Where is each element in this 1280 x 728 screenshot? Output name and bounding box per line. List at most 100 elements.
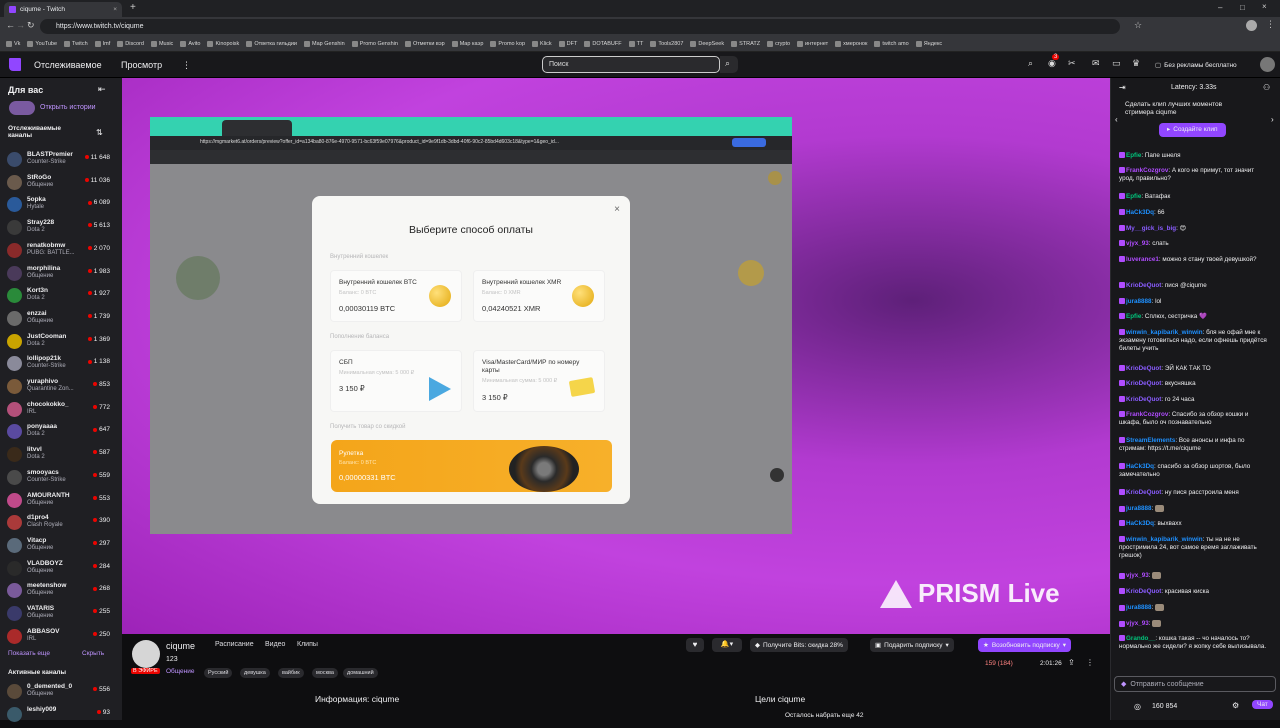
new-tab-button[interactable]: +	[130, 2, 136, 13]
sidebar-channel[interactable]: ABBASOV IRL 250	[0, 627, 118, 650]
xmr-wallet-option[interactable]: Внутренний кошелек XMR Баланс: 0 XMR 0,0…	[473, 270, 605, 322]
browser-menu-icon[interactable]: ⋮	[1266, 19, 1275, 30]
bookmark-star-icon[interactable]: ☆	[1134, 20, 1142, 31]
chat-users-icon[interactable]: ⚇	[1263, 83, 1270, 92]
maximize-icon[interactable]: □	[1240, 3, 1245, 12]
tag-3[interactable]: москва	[312, 668, 338, 678]
nav-following[interactable]: Отслеживаемое	[34, 60, 102, 70]
chat-username[interactable]: winwin_kapibarik_winwin	[1126, 536, 1203, 543]
sidebar-channel[interactable]: JustCooman Dota 2 1 369	[0, 332, 118, 355]
streamer-avatar[interactable]	[132, 640, 160, 668]
next-icon[interactable]: ›	[1271, 115, 1274, 124]
channel-points-icon[interactable]: ◎	[1134, 702, 1141, 711]
chat-username[interactable]: jura8888	[1126, 298, 1152, 305]
inbox-icon[interactable]: ✉	[1092, 58, 1100, 69]
sidebar-channel[interactable]: d1pro4 Clash Royale 390	[0, 513, 118, 536]
chat-username[interactable]: Grando__	[1126, 635, 1155, 642]
bookmark-item[interactable]: хмеронок	[835, 40, 867, 47]
profile-avatar[interactable]	[1246, 20, 1257, 31]
sidebar-channel[interactable]: lollipop21k Counter-Strike 1 138	[0, 354, 118, 377]
sidebar-channel[interactable]: enzzai Общение 1 739	[0, 309, 118, 332]
sidebar-channel[interactable]: yuraphivo Quarantine Zon... 853	[0, 377, 118, 400]
sidebar-channel[interactable]: leshiy009 93	[0, 705, 118, 728]
search-button[interactable]: ⌕	[720, 56, 738, 73]
sidebar-channel[interactable]: Stray228 Dota 2 5 613	[0, 218, 118, 241]
reload-icon[interactable]: ↻	[27, 20, 35, 31]
chat-username[interactable]: HaCk3Dq	[1126, 520, 1154, 527]
twitch-logo-icon[interactable]	[9, 58, 21, 71]
bookmark-item[interactable]: Promo Genshin	[351, 40, 398, 47]
search-input[interactable]: Поиск	[542, 56, 720, 73]
bookmark-item[interactable]: Vk	[6, 40, 20, 47]
sidebar-channel[interactable]: 5opka Hytale 6 089	[0, 195, 118, 218]
resub-button[interactable]: ★ Возобновить подписку ▾	[978, 638, 1072, 652]
roulette-option[interactable]: Рулетка Баланс: 0 BTC 0,00000331 BTC	[331, 440, 612, 492]
chat-username[interactable]: KrioDeQuot	[1126, 282, 1161, 289]
card-option[interactable]: Visa/MasterCard/МИР по номеру карты Мини…	[473, 350, 605, 412]
sidebar-channel[interactable]: Kort3n Dota 2 1 927	[0, 286, 118, 309]
chat-username[interactable]: HaCk3Dq	[1126, 463, 1154, 470]
gift-sub-button[interactable]: ▣ Подарить подписку ▾	[870, 638, 954, 652]
stories-avatars[interactable]	[9, 101, 35, 115]
url-field[interactable]: https://www.twitch.tv/ciqume	[40, 19, 1120, 34]
collapse-chat-icon[interactable]: ⇥	[1119, 83, 1126, 92]
chat-username[interactable]: vjyx_93	[1126, 620, 1149, 627]
bookmark-item[interactable]: Ответка гильдии	[246, 40, 297, 47]
bookmark-item[interactable]: Avito	[180, 40, 200, 47]
tab-schedule[interactable]: Расписание	[215, 641, 254, 648]
sidebar-channel[interactable]: renatkobmw PUBG: BATTLE... 2 070	[0, 241, 118, 264]
more-options-icon[interactable]: ⋮	[1086, 658, 1094, 667]
minimize-icon[interactable]: –	[1218, 3, 1222, 12]
chat-username[interactable]: FrankCozgrov	[1126, 411, 1168, 418]
sbp-option[interactable]: СБП Минимальная сумма: 5 000 ₽ 3 150 ₽	[330, 350, 462, 412]
bookmark-item[interactable]: crypto	[767, 40, 790, 47]
chat-settings-icon[interactable]: ⚙	[1232, 701, 1239, 710]
bookmark-item[interactable]: DOTABUFF	[584, 40, 622, 47]
chat-username[interactable]: KrioDeQuot	[1126, 588, 1161, 595]
forward-icon[interactable]: →	[16, 20, 25, 30]
bookmark-item[interactable]: Map каэр	[451, 40, 483, 47]
hide-link[interactable]: Скрыть	[82, 650, 104, 657]
chat-input[interactable]: ◆ Отправить сообщение	[1114, 676, 1276, 692]
bookmark-item[interactable]: Яндекс	[915, 40, 942, 47]
chat-username[interactable]: KrioDeQuot	[1126, 380, 1161, 387]
bookmark-item[interactable]: интернет	[797, 40, 828, 47]
chat-username[interactable]: vjyx_93	[1126, 240, 1149, 247]
bookmark-item[interactable]: STRATZ	[731, 40, 760, 47]
chat-send-button[interactable]: Чат	[1252, 700, 1273, 709]
tab-videos[interactable]: Видео	[265, 641, 285, 648]
back-icon[interactable]: ←	[6, 20, 15, 30]
bookmark-item[interactable]: Imf	[94, 40, 110, 47]
more-icon[interactable]: ⋮	[182, 60, 191, 71]
prime-icon[interactable]: ⌕	[1028, 58, 1033, 69]
crown-icon[interactable]: ♛	[1132, 58, 1140, 69]
sidebar-channel[interactable]: VATARIS Общение 255	[0, 604, 118, 627]
bookmark-item[interactable]: Kinopoisk	[207, 40, 239, 47]
chat-username[interactable]: Epfie	[1126, 313, 1141, 320]
create-clip-button[interactable]: ▸ Создайте клип	[1159, 123, 1226, 137]
bookmark-item[interactable]: Discord	[117, 40, 144, 47]
show-more-link[interactable]: Показать еще	[8, 650, 50, 657]
bits-icon[interactable]: ✂	[1068, 58, 1076, 69]
sidebar-channel[interactable]: morphilina Общение 1 983	[0, 264, 118, 287]
user-avatar[interactable]	[1260, 57, 1275, 72]
bookmark-item[interactable]: Map Genshin	[304, 40, 345, 47]
sidebar-channel[interactable]: smooyacs Counter-Strike 559	[0, 468, 118, 491]
chat-username[interactable]: Epfie	[1126, 193, 1141, 200]
chat-username[interactable]: KrioDeQuot	[1126, 365, 1161, 372]
whisper-icon[interactable]: ▭	[1112, 58, 1121, 69]
close-window-icon[interactable]: ×	[1262, 2, 1267, 11]
close-modal-icon[interactable]: ×	[614, 204, 620, 215]
close-tab-icon[interactable]: ×	[113, 6, 117, 13]
channel-name[interactable]: ciqume	[166, 641, 195, 651]
tag-1[interactable]: девушка	[240, 668, 270, 678]
open-stories-link[interactable]: Открыть истории	[40, 104, 96, 111]
sidebar-channel[interactable]: BLASTPremier Counter-Strike 11 648	[0, 150, 118, 173]
chat-username[interactable]: vjyx_93	[1126, 572, 1149, 579]
tag-2[interactable]: вайбик	[278, 668, 304, 678]
bookmark-item[interactable]: Promo kop	[490, 40, 525, 47]
chat-username[interactable]: HaCk3Dq	[1126, 209, 1154, 216]
chat-username[interactable]: jura8888	[1126, 505, 1152, 512]
btc-wallet-option[interactable]: Внутренний кошелек BTC Баланс: 0 BTC 0,0…	[330, 270, 462, 322]
sidebar-channel[interactable]: litvvl Dota 2 587	[0, 445, 118, 468]
